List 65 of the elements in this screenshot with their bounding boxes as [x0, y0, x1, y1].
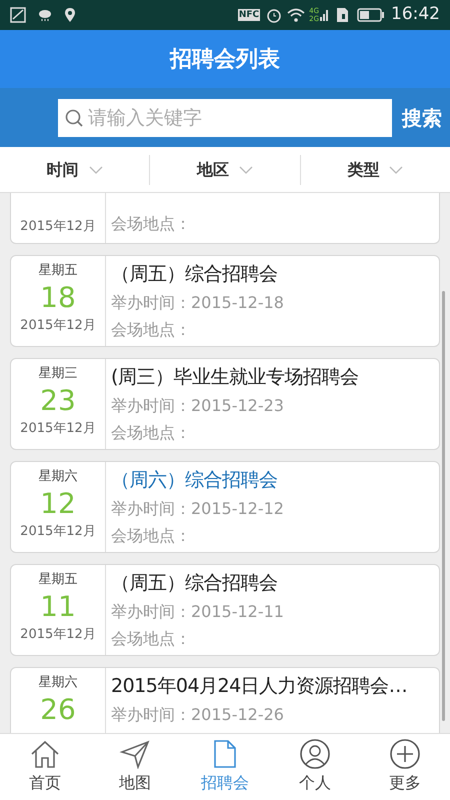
- wifi-icon: [286, 7, 306, 23]
- venue-label: 会场地点：: [111, 422, 192, 444]
- person-icon: [299, 739, 331, 769]
- filter-dropdown[interactable]: 时间: [0, 154, 150, 184]
- day-number: 26: [40, 692, 76, 728]
- month-label: 2015年12月: [20, 420, 96, 438]
- fair-date: 举办时间：2015-12-23: [111, 395, 285, 417]
- month-label: 2015年12月: [20, 523, 96, 541]
- plus-circle-icon: [389, 739, 421, 769]
- chevron-down-icon: [389, 166, 404, 174]
- venue-label: 会场地点：: [111, 319, 192, 341]
- fair-title: （周六）综合招聘会: [111, 468, 278, 493]
- venue-label: 会场地点：: [111, 213, 192, 235]
- day-number: 11: [40, 589, 76, 625]
- fair-date: 举办时间：2015-12-12: [111, 498, 285, 520]
- header-title: 招聘会列表: [170, 46, 280, 74]
- weekday-label: 星期六: [38, 468, 78, 486]
- fair-card[interactable]: 星期五 18 2015年12月 （周五）综合招聘会 举办时间：2015-12-18 会场地点：: [10, 255, 440, 347]
- sim-card-icon: [335, 7, 349, 23]
- status-time: 16:42: [391, 3, 440, 26]
- alarm-icon: [266, 7, 282, 23]
- fair-date: 举办时间：2015-12-26: [111, 704, 285, 726]
- day-number: 23: [40, 383, 76, 419]
- day-number: 18: [40, 280, 76, 316]
- weekday-label: 星期五: [38, 262, 78, 280]
- cloud-rain-icon: [38, 8, 52, 22]
- fair-card[interactable]: 星期六 26 2015年04月24日人力资源招聘会… 举办时间：2015-12-26: [10, 667, 440, 733]
- weekday-label: 星期五: [38, 571, 78, 589]
- fair-title: 2015年04月24日人力资源招聘会…: [111, 674, 408, 699]
- month-label: 2015年12月: [20, 317, 96, 335]
- signal-icon: [319, 8, 329, 22]
- fair-title: （周五）综合招聘会: [111, 262, 278, 287]
- fair-date: 举办时间：2015-12-18: [111, 292, 285, 314]
- search-button[interactable]: 搜索: [402, 102, 442, 132]
- month-label: 2015年12月: [20, 626, 96, 644]
- image-icon: [10, 7, 26, 23]
- nav-tab[interactable]: 个人: [270, 734, 360, 800]
- chevron-down-icon: [238, 166, 253, 174]
- fair-card[interactable]: 星期六 12 2015年12月 （周六）综合招聘会 举办时间：2015-12-12 会场地点：: [10, 461, 440, 553]
- document-icon: [212, 739, 238, 769]
- venue-label: 会场地点：: [111, 525, 192, 547]
- month-label: 2015年12月: [20, 218, 96, 236]
- nfc-icon: NFC: [238, 9, 260, 21]
- fair-card[interactable]: 星期五 11 2015年12月 （周五）综合招聘会 举办时间：2015-12-11 会场地点：: [10, 564, 440, 656]
- location-pin-icon: [64, 7, 76, 23]
- fair-title: （周五）综合招聘会: [111, 571, 278, 596]
- weekday-label: 星期三: [38, 365, 78, 383]
- chevron-down-icon: [88, 166, 103, 174]
- fair-date: 举办时间：2015-12-11: [111, 601, 285, 623]
- battery-icon: [357, 8, 385, 22]
- home-icon: [29, 739, 61, 769]
- nav-tab[interactable]: 首页: [0, 734, 90, 800]
- nav-tab[interactable]: 地图: [90, 734, 180, 800]
- filter-dropdown[interactable]: 地区: [149, 154, 300, 184]
- paper-plane-icon: [119, 739, 151, 769]
- weekday-label: 星期六: [38, 674, 78, 692]
- venue-label: 会场地点：: [111, 628, 192, 650]
- day-number: 12: [40, 486, 76, 522]
- nav-tab[interactable]: 更多: [360, 734, 450, 800]
- search-field[interactable]: 请输入关键字: [58, 98, 392, 136]
- fair-title: (周三）毕业生就业专场招聘会: [111, 365, 360, 390]
- search-icon: [64, 108, 84, 128]
- fair-card[interactable]: 2015年12月 会场地点：: [10, 193, 440, 244]
- fair-card[interactable]: 星期三 23 2015年12月 (周三）毕业生就业专场招聘会 举办时间：2015-12-23 会场地点：: [10, 358, 440, 450]
- filter-dropdown[interactable]: 类型: [300, 154, 450, 184]
